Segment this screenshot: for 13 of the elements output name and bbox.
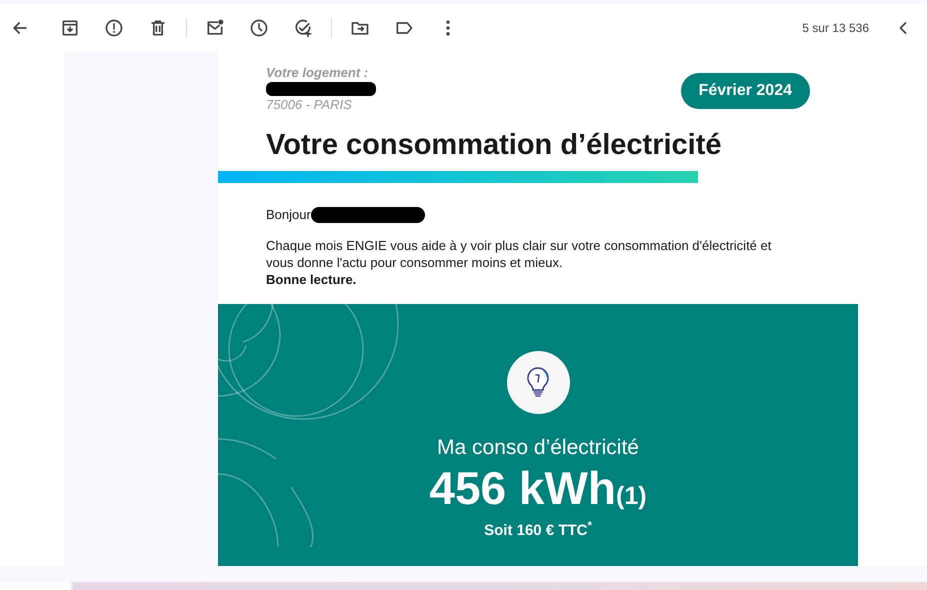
message-position: 5 sur 13 536 <box>802 20 869 36</box>
period-badge: Février 2024 <box>680 73 810 109</box>
address-city: 75006 - PARIS <box>266 97 353 113</box>
footnote-reference: (1) <box>616 481 647 512</box>
consumption-value: 456 kWh <box>429 463 616 513</box>
sign-off: Bonne lecture. <box>265 270 358 288</box>
address-label: Votre logement : <box>266 65 370 81</box>
greeting: Bonjour <box>266 206 311 224</box>
newsletter-title: Votre consommation d’électricité <box>265 128 723 163</box>
consumption-label: Ma conso d’électricité <box>437 434 639 460</box>
light-bulb-icon <box>525 366 551 398</box>
consumption-cost: Soit 160 € TTC$^{*}$ <box>484 520 592 540</box>
intro-paragraph: Chaque mois ENGIE vous aide à y voir plus clair sur votre consommation d'électricité et vous donne l'actu pour consommer moins et mieux. <box>265 236 772 270</box>
